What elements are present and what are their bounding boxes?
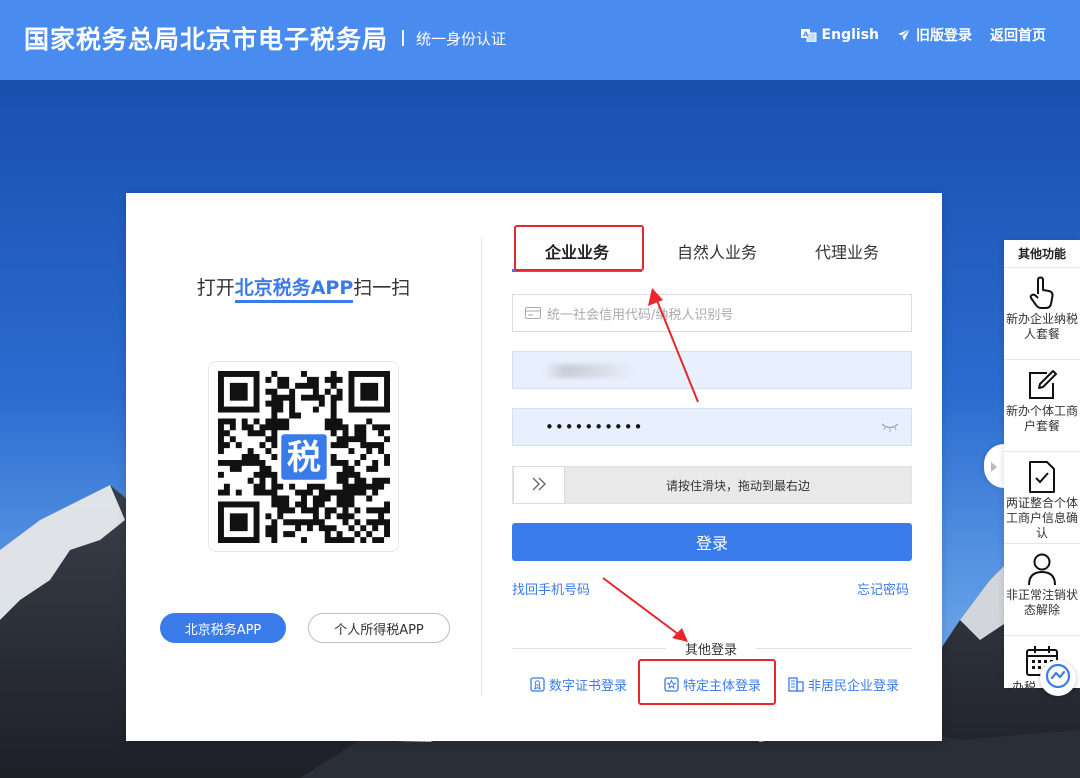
edit-icon <box>1027 366 1057 404</box>
other-functions-panel: 其他功能 新办企业纳税人套餐 新办个体工商户套餐 两证整合个体工商户信息确认 非… <box>1004 240 1080 694</box>
hand-pointer-icon <box>1027 274 1057 312</box>
side-item-tax-handling-label: 办税 <box>1012 680 1037 694</box>
annotation-arrows <box>602 288 699 642</box>
document-check-icon <box>1028 458 1056 496</box>
side-item-two-cert-integration-confirm-label: 两证整合个体工商户信息确认 <box>1006 496 1079 540</box>
annotation-arrow-to-tab <box>648 288 699 403</box>
side-item-new-enterprise-package-label: 新办企业纳税人套餐 <box>1006 312 1079 341</box>
side-item-two-cert-integration-confirm[interactable]: 两证整合个体工商户信息确认 <box>1004 452 1080 544</box>
side-item-new-enterprise-package[interactable]: 新办企业纳税人套餐 <box>1004 268 1080 360</box>
caret-right-icon <box>990 457 998 476</box>
assistant-button[interactable] <box>1040 660 1076 696</box>
side-item-new-individual-business-package-label: 新办个体工商户套餐 <box>1006 404 1079 433</box>
person-icon <box>1027 550 1057 588</box>
annotation-arrow-to-other-login <box>602 577 688 642</box>
side-item-abnormal-deregistration-release[interactable]: 非正常注销状态解除 <box>1004 544 1080 636</box>
side-item-abnormal-deregistration-release-label: 非正常注销状态解除 <box>1006 588 1079 617</box>
side-item-new-individual-business-package[interactable]: 新办个体工商户套餐 <box>1004 360 1080 452</box>
other-functions-title: 其他功能 <box>1004 240 1080 268</box>
assistant-icon <box>1045 663 1071 693</box>
